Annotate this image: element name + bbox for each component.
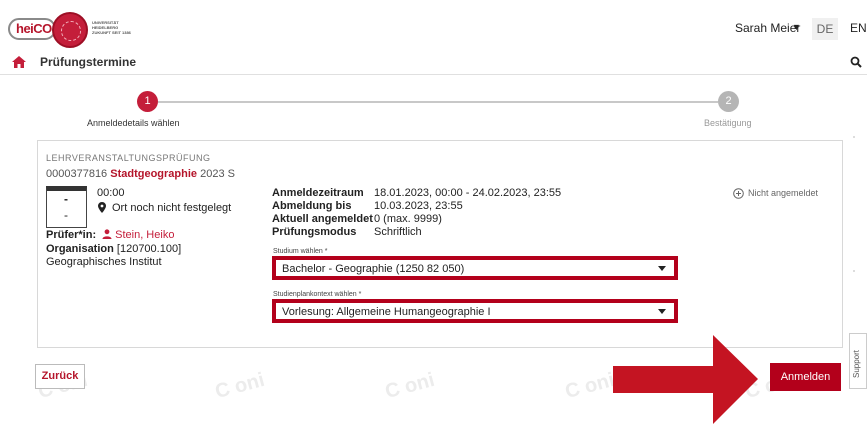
organisation-row: Organisation [120700.100] Geographisches… <box>46 243 261 269</box>
exam-type-label: LEHRVERANSTALTUNGSPRÜFUNG <box>46 153 211 163</box>
exam-location: Ort noch nicht festgelegt <box>112 202 232 214</box>
page-title: Prüfungstermine <box>40 55 137 69</box>
date-day: - <box>64 192 68 206</box>
plus-circle-icon <box>733 188 744 199</box>
user-menu[interactable]: Sarah Meier <box>735 21 800 35</box>
studium-label: Studium wählen * <box>273 248 328 255</box>
detail-registered-count: Aktuell angemeldet0 (max. 9999) <box>272 213 442 225</box>
caret-down-icon[interactable]: ▼ <box>792 22 801 32</box>
course-line: 0000377816 Stadtgeographie 2023 S <box>46 168 235 180</box>
detail-value: 18.01.2023, 00:00 - 24.02.2023, 23:55 <box>374 187 562 199</box>
detail-exam-mode: Prüfungsmodus Schriftlich <box>272 226 422 238</box>
course-number: 0000377816 <box>46 168 108 180</box>
registration-status: Nicht angemeldet <box>748 188 819 198</box>
scroll-marker <box>853 270 855 272</box>
watermark: C oni <box>212 368 267 404</box>
date-month: - <box>64 208 68 222</box>
location-pin-icon <box>98 202 106 213</box>
university-logo-text: UNIVERSITÄT HEIDELBERG ZUKUNFT SEIT 1386 <box>92 20 131 35</box>
course-title-link[interactable]: Stadtgeographie <box>110 168 197 180</box>
annotation-arrow <box>613 335 758 424</box>
back-button[interactable]: Zurück <box>35 364 85 389</box>
studienplan-select-value: Vorlesung: Allgemeine Humangeographie I <box>282 306 491 318</box>
date-calendar-box: - - <box>46 186 87 228</box>
stepper-line <box>158 101 718 103</box>
step-2-label: Bestätigung <box>704 118 752 128</box>
detail-value: 10.03.2023, 23:55 <box>374 200 463 212</box>
university-seal-logo[interactable] <box>52 12 88 48</box>
search-icon[interactable] <box>850 56 862 68</box>
detail-label: Prüfungsmodus <box>272 226 357 238</box>
examiner-link[interactable]: Stein, Heiko <box>115 229 174 241</box>
step-1-label: Anmeldedetails wählen <box>87 118 180 128</box>
examiner-row: Prüfer*in: Stein, Heiko <box>46 229 174 241</box>
heico-logo-text: heiCO <box>16 21 52 36</box>
register-button[interactable]: Anmelden <box>770 363 841 391</box>
studium-select[interactable]: Bachelor - Geographie (1250 82 050) <box>272 256 678 280</box>
detail-label: Abmeldung bis <box>272 200 352 212</box>
studienplan-label: Studienplankontext wählen * <box>273 291 362 298</box>
watermark: C oni <box>382 368 437 404</box>
home-icon[interactable] <box>11 55 27 69</box>
detail-label: Aktuell angemeldet <box>272 213 373 225</box>
detail-value: 0 (max. 9999) <box>374 213 442 225</box>
examiner-label: Prüfer*in: <box>46 229 97 241</box>
studienplan-select[interactable]: Vorlesung: Allgemeine Humangeographie I <box>272 299 678 323</box>
course-semester: 2023 S <box>200 168 235 180</box>
chevron-down-icon <box>658 309 666 314</box>
watermark: C oni <box>562 368 617 404</box>
step-1-indicator: 1 <box>137 91 158 112</box>
language-en-button[interactable]: EN <box>850 21 867 35</box>
organisation-label: Organisation <box>46 243 114 255</box>
studium-select-value: Bachelor - Geographie (1250 82 050) <box>282 263 465 275</box>
detail-value: Schriftlich <box>374 226 422 238</box>
heico-logo[interactable]: heiCO <box>8 18 56 40</box>
exam-time: 00:00 <box>97 187 125 199</box>
scroll-marker <box>853 136 855 138</box>
person-icon <box>102 229 112 239</box>
support-tab[interactable]: Support <box>849 333 867 389</box>
chevron-down-icon <box>658 266 666 271</box>
step-2-indicator: 2 <box>718 91 739 112</box>
detail-registration-period: Anmeldezeitraum 18.01.2023, 00:00 - 24.02… <box>272 187 561 199</box>
support-label: Support <box>852 349 861 378</box>
detail-label: Anmeldezeitraum <box>272 187 364 199</box>
detail-deregistration: Abmeldung bis 10.03.2023, 23:55 <box>272 200 463 212</box>
language-de-button[interactable]: DE <box>812 18 838 40</box>
